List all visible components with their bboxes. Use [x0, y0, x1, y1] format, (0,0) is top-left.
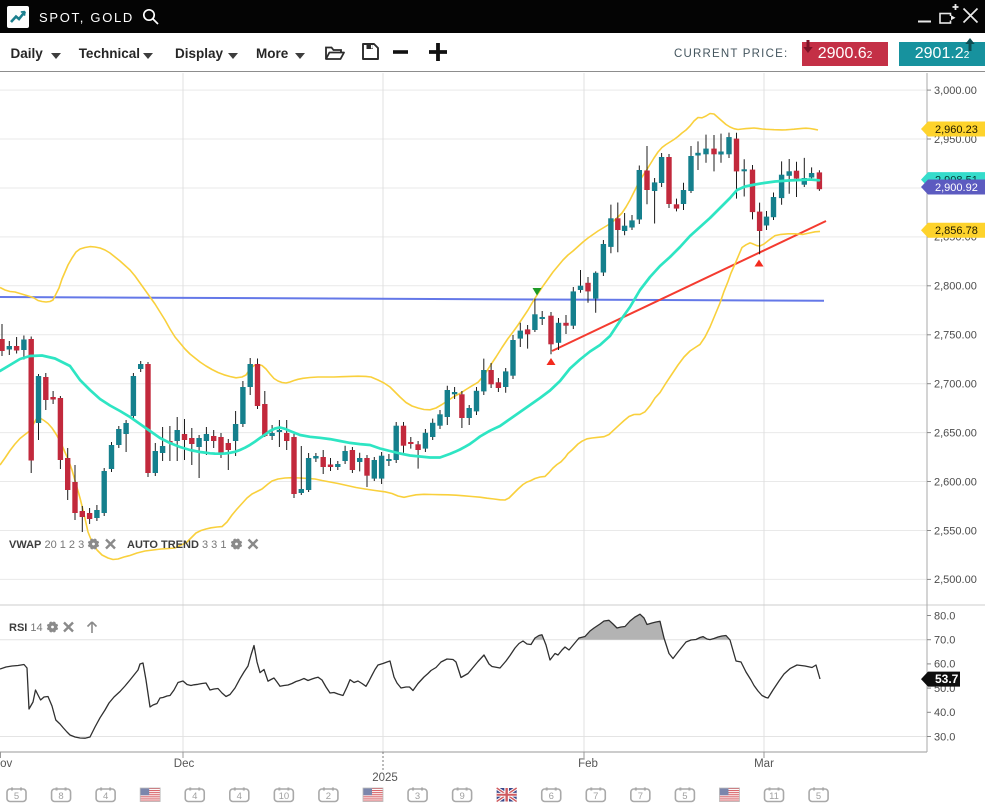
svg-text:3,000.00: 3,000.00	[934, 85, 977, 97]
svg-text:60.0: 60.0	[934, 659, 955, 671]
svg-text:2,800.00: 2,800.00	[934, 281, 977, 293]
svg-text:4: 4	[103, 791, 108, 802]
svg-text:Dec: Dec	[174, 758, 195, 770]
svg-text:5: 5	[14, 791, 19, 802]
svg-text:53.7: 53.7	[935, 672, 959, 686]
svg-text:8: 8	[58, 791, 63, 802]
svg-text:RSI 14: RSI 14	[9, 622, 43, 634]
svg-text:2025: 2025	[372, 772, 398, 784]
svg-text:VWAP 20 1 2 3: VWAP 20 1 2 3	[9, 539, 84, 551]
svg-text:Mar: Mar	[754, 758, 774, 770]
svg-text:40.0: 40.0	[934, 707, 955, 719]
svg-text:2,960.23: 2,960.23	[935, 124, 978, 136]
svg-text:2,650.00: 2,650.00	[934, 427, 977, 439]
svg-text:4: 4	[237, 791, 242, 802]
svg-text:2,900.92: 2,900.92	[935, 182, 978, 194]
svg-text:2,856.78: 2,856.78	[935, 225, 978, 237]
svg-text:3: 3	[415, 791, 420, 802]
svg-text:11: 11	[769, 791, 779, 802]
svg-text:70.0: 70.0	[934, 635, 955, 647]
svg-text:Nov: Nov	[0, 758, 12, 770]
svg-text:6: 6	[549, 791, 554, 802]
svg-text:5: 5	[682, 791, 687, 802]
svg-text:7: 7	[593, 791, 598, 802]
svg-text:2,600.00: 2,600.00	[934, 476, 977, 488]
svg-text:80.0: 80.0	[934, 610, 955, 622]
svg-text:2,500.00: 2,500.00	[934, 574, 977, 586]
svg-text:9: 9	[459, 791, 464, 802]
svg-text:4: 4	[192, 791, 197, 802]
svg-text:30.0: 30.0	[934, 731, 955, 743]
svg-text:Feb: Feb	[578, 758, 598, 770]
svg-text:2: 2	[326, 791, 331, 802]
svg-text:AUTO TREND 3 3 1: AUTO TREND 3 3 1	[127, 539, 226, 551]
svg-text:10: 10	[279, 791, 290, 802]
svg-text:2,700.00: 2,700.00	[934, 379, 977, 391]
svg-text:5: 5	[816, 791, 821, 802]
svg-text:7: 7	[638, 791, 643, 802]
svg-text:2,550.00: 2,550.00	[934, 525, 977, 537]
svg-text:2,750.00: 2,750.00	[934, 330, 977, 342]
